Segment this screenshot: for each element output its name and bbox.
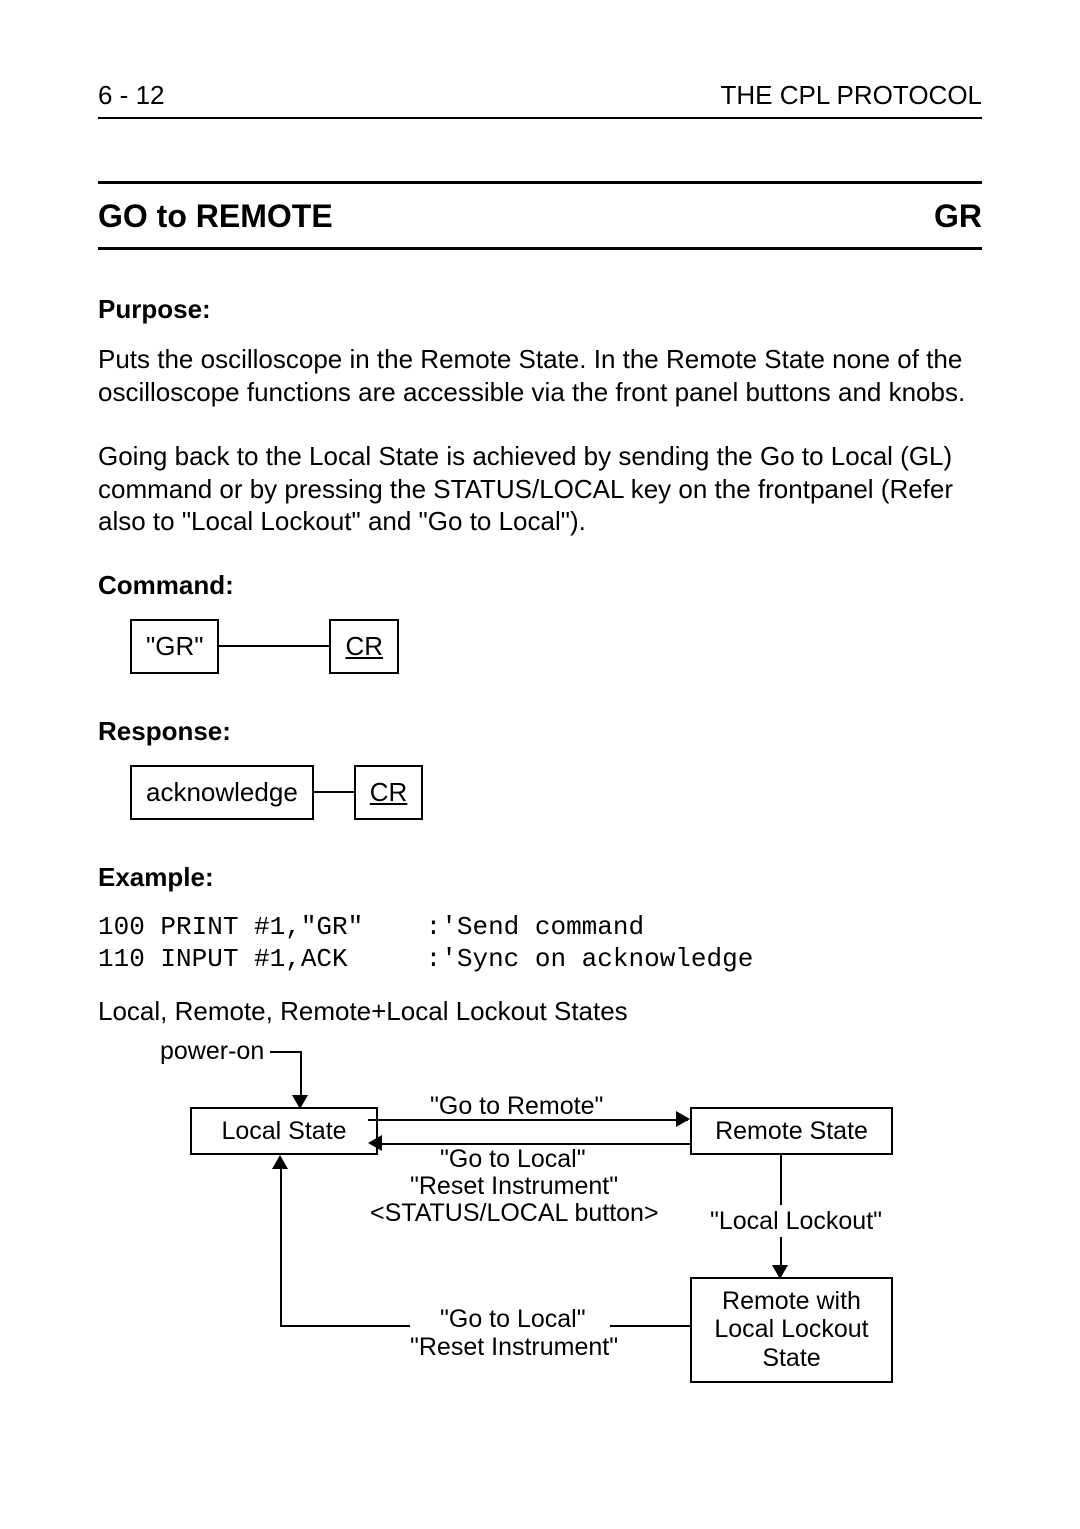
command-token-gr: "GR"	[130, 619, 219, 674]
sd-local-lockout-label: "Local Lockout"	[710, 1207, 882, 1236]
syntax-connector	[219, 645, 329, 647]
sd-line	[780, 1237, 782, 1267]
page-number: 6 - 12	[98, 80, 165, 111]
sd-power-on-label: power-on	[160, 1037, 264, 1066]
sd-reset-instr-label-2: "Reset Instrument"	[410, 1333, 618, 1362]
sd-go-to-local-label: "Go to Local"	[440, 1145, 586, 1174]
sd-remote-ll-box: Remote with Local Lockout State	[690, 1277, 893, 1383]
sd-line	[270, 1051, 300, 1053]
sd-reset-instr-label: "Reset Instrument"	[410, 1172, 618, 1201]
response-token-ack: acknowledge	[130, 765, 314, 820]
sd-arrow-up	[272, 1155, 288, 1169]
sd-line	[780, 1155, 782, 1205]
running-header: 6 - 12 THE CPL PROTOCOL	[98, 80, 982, 119]
command-title-block: GO to REMOTE GR	[98, 181, 982, 250]
state-diagram: power-on Local State Remote State "Go to…	[130, 1037, 910, 1387]
syntax-connector	[314, 791, 354, 793]
example-code: 100 PRINT #1,"GR" :'Send command 110 INP…	[98, 911, 982, 976]
command-token-cr: CR	[329, 619, 399, 674]
sd-line	[280, 1167, 282, 1327]
sd-arrow-left	[368, 1135, 382, 1151]
command-heading: Command:	[98, 570, 982, 601]
sd-status-btn-label: <STATUS/LOCAL button>	[370, 1199, 659, 1228]
response-syntax: acknowledge CR	[130, 765, 982, 820]
sd-arrow-right	[676, 1111, 690, 1127]
sd-line	[300, 1051, 302, 1097]
command-syntax: "GR" CR	[130, 619, 982, 674]
purpose-paragraph-1: Puts the oscilloscope in the Remote Stat…	[98, 343, 982, 408]
sd-local-state-box: Local State	[190, 1107, 378, 1156]
sd-go-to-remote-label: "Go to Remote"	[430, 1092, 603, 1121]
purpose-paragraph-2: Going back to the Local State is achieve…	[98, 440, 982, 538]
example-heading: Example:	[98, 862, 982, 893]
purpose-heading: Purpose:	[98, 294, 982, 325]
states-caption: Local, Remote, Remote+Local Lockout Stat…	[98, 996, 982, 1027]
response-token-cr: CR	[354, 765, 424, 820]
sd-go-to-local-label-2: "Go to Local"	[440, 1305, 586, 1334]
sd-line	[280, 1325, 410, 1327]
chapter-title: THE CPL PROTOCOL	[721, 80, 983, 111]
command-name: GO to REMOTE	[98, 198, 333, 235]
response-heading: Response:	[98, 716, 982, 747]
sd-remote-state-box: Remote State	[690, 1107, 893, 1156]
command-mnemonic: GR	[934, 198, 982, 235]
sd-line	[610, 1325, 690, 1327]
